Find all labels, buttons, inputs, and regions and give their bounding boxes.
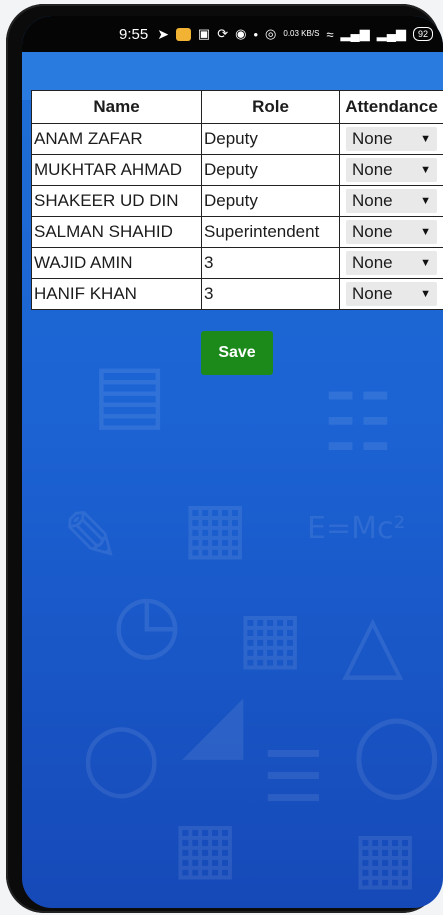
gallery-icon: ▣ [197, 26, 211, 41]
column-header-attendance: Attendance [339, 90, 443, 124]
formula-doodle-text: E=Mc² [307, 511, 406, 546]
attendance-select-value: None [352, 222, 393, 241]
attendance-select[interactable]: None ▼ [346, 158, 437, 182]
save-button[interactable]: Save [201, 331, 273, 375]
telegram-icon: ➤ [157, 25, 169, 42]
calculator-doodle-icon-2: ▦ [172, 806, 239, 888]
calendar-doodle-icon: ▦ [182, 486, 249, 568]
attendance-select-value: None [352, 284, 393, 303]
attendance-select-value: None [352, 129, 393, 148]
attendance-table: Name Role Attendance ANAM ZAFAR Deputy N… [31, 90, 443, 310]
attendance-select-value: None [352, 191, 393, 210]
pencil-doodle-icon: ✎ [62, 496, 121, 578]
attendance-select[interactable]: None ▼ [346, 282, 437, 306]
signal-icon-1: ▂▄▆ [340, 26, 370, 41]
apple-doodle-icon: ◯ [82, 716, 161, 798]
wifi-icon: ≈ [326, 26, 334, 42]
cell-role: Superintendent [201, 216, 340, 248]
chart-doodle-icon: ▤ [92, 346, 168, 439]
cell-role: Deputy [201, 123, 340, 155]
column-header-role: Role [201, 90, 340, 124]
status-bar: 9:55 ➤ ▣ ⟳ ◉ • ◎ 0.03 KB/S ≈ ▂▄▆ ▂▄▆ 92 [22, 16, 443, 52]
cell-name: ANAM ZAFAR [31, 123, 202, 155]
dropdown-arrow-icon: ▼ [420, 288, 431, 300]
signal-icon-2: ▂▄▆ [376, 26, 406, 41]
cell-role: 3 [201, 278, 340, 310]
dropdown-arrow-icon: ▼ [420, 226, 431, 238]
dropdown-arrow-icon: ▼ [420, 133, 431, 145]
clock-doodle-icon: ◷ [112, 576, 182, 669]
table-row: SALMAN SHAHID Superintendent None ▼ [31, 216, 443, 248]
books-doodle-icon-2: ☰ [262, 736, 325, 818]
sync-icon: ⟳ [217, 26, 229, 41]
network-speed: 0.03 KB/S [283, 29, 320, 38]
location-icon: ◎ [265, 26, 277, 41]
phone-frame: 9:55 ➤ ▣ ⟳ ◉ • ◎ 0.03 KB/S ≈ ▂▄▆ ▂▄▆ 92 … [6, 4, 443, 913]
cell-name: MUKHTAR AHMAD [31, 154, 202, 186]
attendance-select[interactable]: None ▼ [346, 251, 437, 275]
table-row: ANAM ZAFAR Deputy None ▼ [31, 123, 443, 155]
table-header-row: Name Role Attendance [31, 90, 443, 124]
dropdown-arrow-icon: ▼ [420, 195, 431, 207]
cell-name: SHAKEER UD DIN [31, 185, 202, 217]
record-icon: ◉ [235, 26, 247, 41]
table-row: WAJID AMIN 3 None ▼ [31, 247, 443, 279]
calculator-doodle-icon: ▦ [237, 596, 304, 678]
flask-doodle-icon: △ [342, 596, 404, 689]
screen: 9:55 ➤ ▣ ⟳ ◉ • ◎ 0.03 KB/S ≈ ▂▄▆ ▂▄▆ 92 … [22, 16, 443, 908]
cell-attendance: None ▼ [339, 247, 443, 279]
cell-role: Deputy [201, 185, 340, 217]
app-notification-icon [175, 27, 191, 41]
attendance-select-value: None [352, 160, 393, 179]
cell-role: 3 [201, 247, 340, 279]
attendance-select[interactable]: None ▼ [346, 189, 437, 213]
attendance-select-value: None [352, 253, 393, 272]
attendance-select[interactable]: None ▼ [346, 220, 437, 244]
table-row: MUKHTAR AHMAD Deputy None ▼ [31, 154, 443, 186]
cell-attendance: None ▼ [339, 216, 443, 248]
cell-attendance: None ▼ [339, 185, 443, 217]
cell-attendance: None ▼ [339, 154, 443, 186]
cell-attendance: None ▼ [339, 123, 443, 155]
cell-name: WAJID AMIN [31, 247, 202, 279]
cell-name: SALMAN SHAHID [31, 216, 202, 248]
table-row: HANIF KHAN 3 None ▼ [31, 278, 443, 310]
column-header-name: Name [31, 90, 202, 124]
dropdown-arrow-icon: ▼ [420, 257, 431, 269]
table-row: SHAKEER UD DIN Deputy None ▼ [31, 185, 443, 217]
attendance-table-container: Name Role Attendance ANAM ZAFAR Deputy N… [31, 90, 443, 310]
attendance-select[interactable]: None ▼ [346, 127, 437, 151]
status-time: 9:55 [118, 25, 149, 43]
cell-role: Deputy [201, 154, 340, 186]
cell-name: HANIF KHAN [31, 278, 202, 310]
ball-doodle-icon: ◯ [352, 706, 442, 799]
ruler-doodle-icon: ◢ [182, 676, 244, 769]
books-doodle-icon: ☷ [322, 376, 394, 469]
cell-attendance: None ▼ [339, 278, 443, 310]
dot-icon: • [253, 26, 259, 42]
battery-icon: 92 [412, 27, 433, 41]
dropdown-arrow-icon: ▼ [420, 164, 431, 176]
calendar-doodle-icon-2: ▦ [352, 816, 419, 898]
